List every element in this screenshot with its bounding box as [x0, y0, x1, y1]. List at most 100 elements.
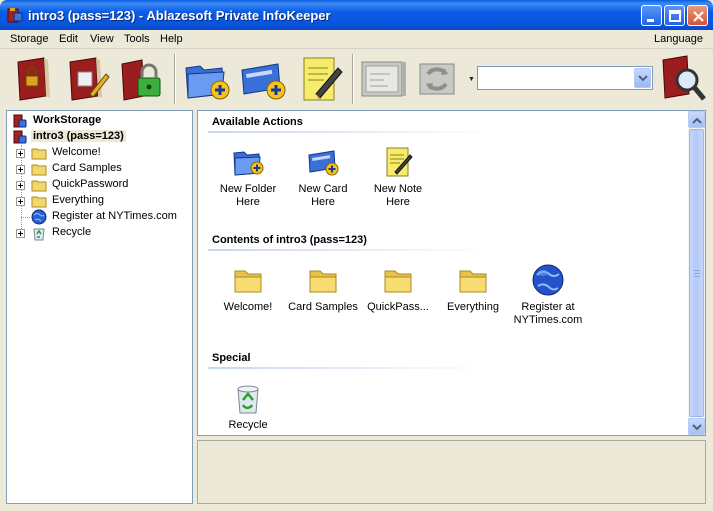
lock-storage-button[interactable]: [8, 54, 58, 104]
secure-storage-button[interactable]: [116, 54, 166, 104]
search-combobox-dropdown-button[interactable]: [634, 68, 651, 88]
item-label-line1: Recycle: [228, 419, 268, 431]
action-new-card[interactable]: New Card Here: [285, 145, 361, 209]
action-new-note[interactable]: New Note Here: [360, 145, 436, 209]
expand-icon[interactable]: [16, 181, 25, 190]
toolbar-separator: [352, 54, 354, 104]
folder-icon: [309, 270, 337, 293]
search-button[interactable]: [657, 54, 707, 104]
tree-item-label: QuickPassword: [52, 178, 129, 190]
folder-icon: [384, 270, 412, 293]
content-item-register-nytimes[interactable]: Register at NYTimes.com: [510, 263, 586, 327]
section-heading-special: Special: [212, 352, 251, 364]
folder-icon: [31, 148, 47, 160]
scroll-up-button[interactable]: [688, 111, 705, 128]
scroll-grip: [694, 270, 700, 271]
section-heading-available-actions: Available Actions: [212, 116, 303, 128]
recycle-icon: [33, 228, 45, 241]
content-scrollbar[interactable]: [688, 111, 705, 435]
detail-pane: [197, 440, 706, 504]
expand-icon[interactable]: [16, 197, 25, 206]
menu-tools[interactable]: Tools: [124, 33, 150, 45]
menu-storage[interactable]: Storage: [10, 33, 49, 45]
edit-book-icon: [69, 57, 110, 101]
minimize-icon: [647, 19, 654, 22]
new-note-tool-button[interactable]: [296, 54, 346, 104]
globe-icon: [31, 209, 47, 225]
action-new-folder[interactable]: New Folder Here: [210, 145, 286, 209]
folder-icon: [234, 270, 262, 293]
tree-database-label: intro3 (pass=123): [31, 130, 126, 142]
new-note-icon: [386, 147, 413, 177]
special-item-recycle[interactable]: Recycle: [210, 381, 286, 432]
title-bar[interactable]: intro3 (pass=123) - Ablazesoft Private I…: [0, 0, 713, 30]
chevron-up-icon: [692, 117, 702, 124]
sync-dropdown-arrow-icon[interactable]: ▼: [468, 76, 475, 83]
new-card-icon: [241, 63, 286, 100]
new-card-tool-button[interactable]: [238, 54, 288, 104]
expand-icon[interactable]: [16, 229, 25, 238]
new-card-icon: [308, 150, 339, 176]
new-folder-tool-button[interactable]: [182, 54, 232, 104]
scroll-grip: [694, 276, 700, 277]
sync-disabled-icon: [419, 63, 455, 95]
item-label-line1: Card Samples: [288, 301, 358, 313]
toolbar-separator: [174, 54, 176, 104]
close-icon: [693, 11, 704, 22]
chevron-down-icon: [638, 75, 648, 82]
menu-help[interactable]: Help: [160, 33, 183, 45]
sync-tool-button[interactable]: [414, 54, 464, 104]
menu-edit[interactable]: Edit: [59, 33, 78, 45]
item-label-line1: QuickPass...: [367, 301, 429, 313]
folder-icon: [31, 164, 47, 176]
database-icon: [13, 130, 27, 144]
search-combobox[interactable]: [477, 66, 653, 90]
scroll-down-button[interactable]: [688, 418, 705, 435]
scroll-grip: [694, 273, 700, 274]
content-panel: Available Actions New Folder Here New Ca…: [197, 110, 706, 436]
content-item-quickpassword[interactable]: QuickPass...: [360, 263, 436, 314]
tree-item-label: Everything: [52, 194, 104, 206]
tree-item-label: Register at NYTimes.com: [52, 210, 177, 222]
content-item-card-samples[interactable]: Card Samples: [285, 263, 361, 314]
tree-storage-label: WorkStorage: [33, 114, 102, 126]
expand-icon[interactable]: [16, 165, 25, 174]
tree-connector: [21, 217, 30, 218]
app-window: intro3 (pass=123) - Ablazesoft Private I…: [0, 0, 713, 511]
edit-storage-button[interactable]: [62, 54, 112, 104]
item-label-line2: Here: [311, 196, 335, 208]
menu-view[interactable]: View: [90, 33, 114, 45]
globe-icon: [532, 264, 564, 296]
menu-language[interactable]: Language: [654, 33, 703, 45]
section-divider: [208, 367, 493, 369]
folder-icon: [459, 270, 487, 293]
content-item-everything[interactable]: Everything: [435, 263, 511, 314]
menu-bar: Storage Edit View Tools Help Language: [0, 30, 713, 49]
item-label-line1: Register at: [521, 301, 575, 313]
padlock-books-icon: [121, 59, 161, 101]
content-item-welcome[interactable]: Welcome!: [210, 263, 286, 314]
new-folder-icon: [185, 65, 230, 100]
item-label-line1: New Card: [298, 183, 348, 195]
minimize-button[interactable]: [641, 5, 662, 26]
folder-icon: [31, 180, 47, 192]
expand-icon[interactable]: [16, 149, 25, 158]
card-tool-button[interactable]: [358, 54, 408, 104]
tree-item-label: Recycle: [52, 226, 92, 238]
maximize-button[interactable]: [664, 5, 685, 26]
item-label-line2: NYTimes.com: [513, 314, 583, 326]
new-folder-icon: [233, 151, 264, 176]
item-label-line1: New Folder: [219, 183, 277, 195]
folder-tree[interactable]: WorkStorage intro3 (pass=123) Welcome! C…: [6, 110, 193, 504]
new-note-icon: [303, 57, 343, 101]
recycle-icon: [237, 385, 259, 414]
item-label-line1: New Note: [373, 183, 423, 195]
folder-icon: [31, 196, 47, 208]
section-divider: [208, 249, 493, 251]
storage-icon: [13, 114, 27, 128]
scroll-thumb[interactable]: [689, 129, 704, 417]
item-label-line2: Here: [236, 196, 260, 208]
close-button[interactable]: [687, 5, 708, 26]
tree-item-label: Card Samples: [52, 162, 122, 174]
app-icon: [7, 8, 23, 23]
